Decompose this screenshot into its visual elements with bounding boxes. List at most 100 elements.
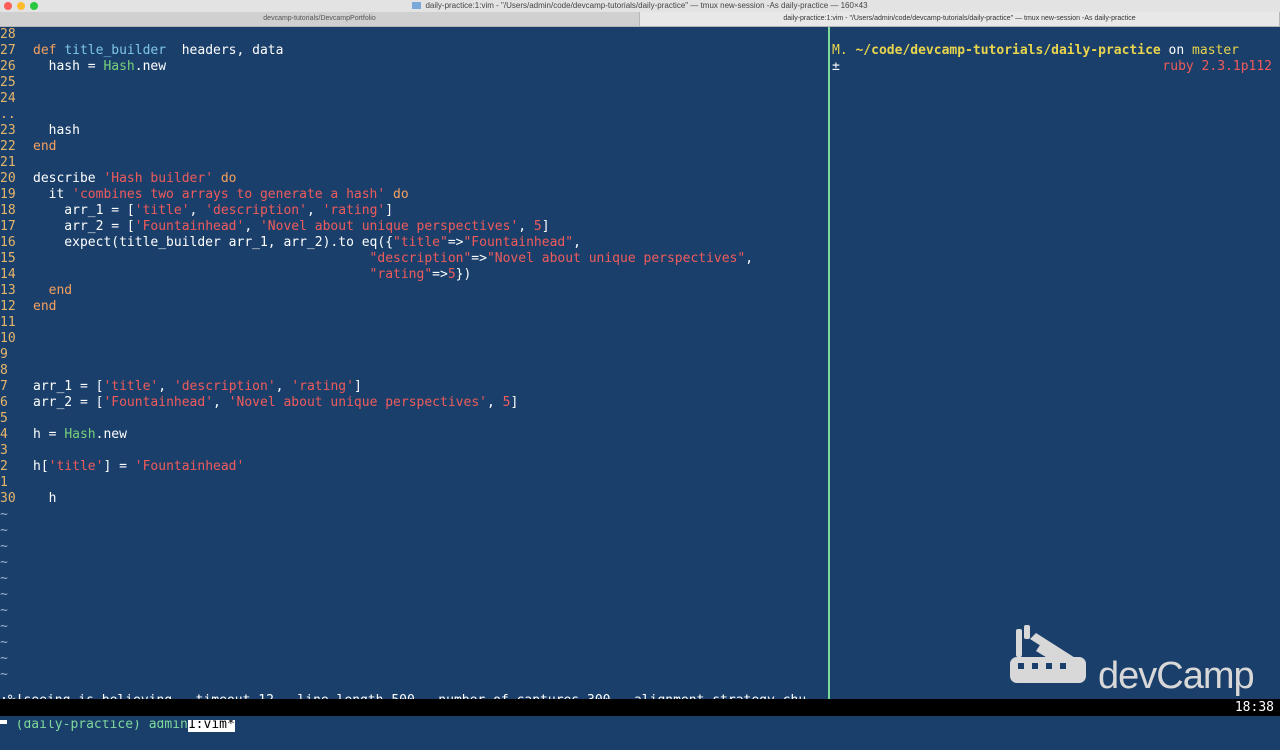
folder-icon [412, 2, 422, 10]
code-token: headers, data [166, 43, 284, 58]
code-token: "rating" [369, 267, 433, 282]
tab-daily-practice[interactable]: daily-practice:1:vim - "/Users/admin/cod… [640, 12, 1280, 26]
code-token: arr_2 = [ [33, 219, 135, 234]
line-number: 28 [0, 27, 16, 42]
code-token: 5 [533, 219, 542, 234]
code-line[interactable]: 5 [0, 411, 33, 427]
code-line[interactable]: 27 def title_builder headers, data [0, 43, 283, 59]
code-line[interactable]: 17 arr_2 = ['Fountainhead', 'Novel about… [0, 219, 550, 235]
code-line[interactable]: 21 [0, 155, 33, 171]
code-token: 5 [447, 267, 456, 282]
empty-buffer-tilde: ~ [0, 507, 8, 522]
code-token: .new [95, 427, 127, 442]
line-number: 10 [0, 331, 16, 346]
code-line[interactable]: 11 [0, 315, 33, 331]
line-number: 11 [0, 315, 16, 330]
tmux-status-bar: (daily-practice) admin1:vim* 18:38 [0, 699, 1280, 732]
prompt-mark: M. [832, 43, 848, 58]
line-number: 26 [0, 59, 16, 74]
code-token: expect(title_builder arr_1, arr_2).to eq… [33, 235, 394, 250]
code-line[interactable]: 16 expect(title_builder arr_1, arr_2).to… [0, 235, 581, 251]
code-token: 'Hash builder' [103, 171, 214, 186]
code-line[interactable]: 24 [0, 91, 33, 107]
empty-buffer-tilde: ~ [0, 619, 8, 634]
code-line[interactable]: 22 end [0, 139, 56, 155]
code-line[interactable]: 12 end [0, 299, 56, 315]
code-line[interactable]: 2 h['title'] = 'Fountainhead' [0, 459, 244, 475]
empty-buffer-tilde: ~ [0, 571, 8, 586]
code-token: "Novel about unique perspectives" [486, 251, 746, 266]
shell-prompt: M. ~/code/devcamp-tutorials/daily-practi… [832, 43, 1239, 59]
code-line[interactable]: 15 "description"=>"Novel about unique pe… [0, 251, 753, 267]
code-token: 'Fountainhead' [134, 459, 245, 474]
prompt-path: ~/code/devcamp-tutorials/daily-practice [855, 43, 1161, 58]
code-token: ] [353, 379, 362, 394]
line-number: 8 [0, 363, 8, 378]
code-line[interactable]: .. [0, 107, 33, 123]
code-token: hash = [33, 59, 104, 74]
code-token: h [33, 491, 57, 506]
code-line[interactable]: 18 arr_1 = ['title', 'description', 'rat… [0, 203, 393, 219]
code-token: 'title' [48, 459, 104, 474]
code-line[interactable]: 8 [0, 363, 33, 379]
line-number: 27 [0, 43, 16, 58]
code-token: end [33, 299, 57, 314]
code-token: , [573, 235, 581, 250]
window-titlebar: daily-practice:1:vim - "/Users/admin/cod… [0, 0, 1280, 12]
tab-devcamp-portfolio[interactable]: devcamp-tutorials/DevcampPortfolio [0, 12, 640, 26]
close-window-button[interactable] [4, 2, 12, 10]
line-number: 7 [0, 379, 8, 394]
code-token: , [306, 203, 323, 218]
code-token: arr_2 = [ [33, 395, 104, 410]
code-token: hash [33, 123, 80, 138]
code-token: "title" [393, 235, 448, 250]
code-line[interactable]: 23 hash [0, 123, 80, 139]
line-number: 12 [0, 299, 16, 314]
code-token: , [486, 395, 503, 410]
line-number: 30 [0, 491, 16, 506]
code-line[interactable]: 25 [0, 75, 33, 91]
code-line[interactable]: 13 end [0, 283, 72, 299]
line-number: 24 [0, 91, 16, 106]
code-line[interactable]: 14 "rating"=>5}) [0, 267, 471, 283]
line-number: 9 [0, 347, 8, 362]
code-line[interactable]: 1 [0, 475, 33, 491]
code-line[interactable]: 28 [0, 27, 33, 43]
code-line[interactable]: 9 [0, 347, 33, 363]
code-token: def [33, 43, 65, 58]
code-token: ] [541, 219, 550, 234]
prompt-on: on [1160, 43, 1193, 58]
code-token: Hash [103, 59, 135, 74]
empty-buffer-tilde: ~ [0, 539, 8, 554]
minimize-window-button[interactable] [17, 2, 25, 10]
code-line[interactable]: 19 it 'combines two arrays to generate a… [0, 187, 409, 203]
code-line[interactable]: 6 arr_2 = ['Fountainhead', 'Novel about u… [0, 395, 518, 411]
code-line[interactable]: 26 hash = Hash.new [0, 59, 166, 75]
code-line[interactable]: 30 h [0, 491, 56, 507]
line-number: 23 [0, 123, 16, 138]
terminal-tabs: devcamp-tutorials/DevcampPortfolio daily… [0, 12, 1280, 27]
code-token: title_builder [64, 43, 167, 58]
code-line[interactable]: 20 describe 'Hash builder' do [0, 171, 237, 187]
empty-buffer-tilde: ~ [0, 651, 8, 666]
vim-pane[interactable]: 28 27 def title_builder headers, data 26 ha… [0, 27, 828, 724]
zoom-window-button[interactable] [30, 2, 38, 10]
devcamp-logo-icon [1010, 625, 1086, 683]
code-token: 'Novel about unique perspectives' [259, 219, 519, 234]
code-line[interactable]: 7 arr_1 = ['title', 'description', 'ratin… [0, 379, 362, 395]
code-token: , [213, 395, 229, 410]
line-number: 6 [0, 395, 8, 410]
code-line[interactable]: 3 [0, 443, 33, 459]
code-line[interactable]: 4 h = Hash.new [0, 427, 127, 443]
code-token: 'rating' [291, 379, 354, 394]
line-number: 16 [0, 235, 16, 250]
code-token: do [385, 187, 409, 202]
code-token: h[ [33, 459, 49, 474]
bottom-strip [0, 716, 1280, 720]
line-number: 21 [0, 155, 16, 170]
code-token: "Fountainhead" [463, 235, 574, 250]
code-line[interactable]: 10 [0, 331, 33, 347]
code-token: end [33, 139, 57, 154]
shell-pane[interactable]: M. ~/code/devcamp-tutorials/daily-practi… [830, 27, 1280, 699]
